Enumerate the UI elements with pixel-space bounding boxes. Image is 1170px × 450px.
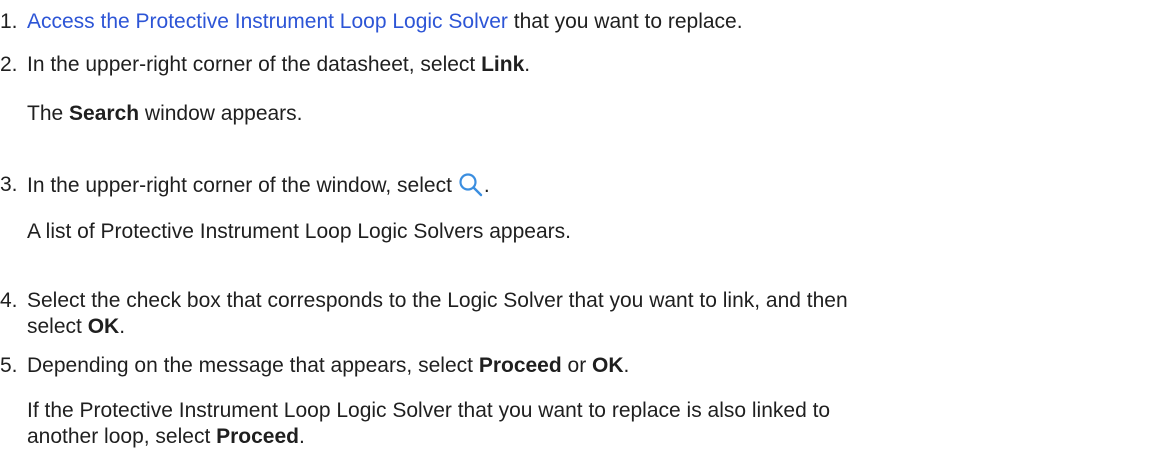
step-number: 5. <box>0 354 18 377</box>
search-icon <box>458 172 484 198</box>
logic-solver-link[interactable]: Access the Protective Instrument Loop Lo… <box>27 10 508 33</box>
step-text: Access the Protective Instrument Loop Lo… <box>27 10 743 33</box>
step-result: A list of Protective Instrument Loop Log… <box>27 220 571 243</box>
step-number: 2. <box>0 53 18 76</box>
step-note-line-2: another loop, select Proceed. <box>27 425 305 448</box>
step-number: 4. <box>0 289 18 312</box>
step-text: In the upper-right corner of the window,… <box>27 172 490 198</box>
step-text-line-2: select OK. <box>27 315 126 338</box>
step-result: The Search window appears. <box>27 102 303 125</box>
procedure-document: 1. Access the Protective Instrument Loop… <box>0 0 1170 449</box>
step-text: Depending on the message that appears, s… <box>27 354 630 377</box>
step-number: 3. <box>0 173 18 196</box>
step-number: 1. <box>0 10 18 33</box>
step-note-line-1: If the Protective Instrument Loop Logic … <box>27 399 831 422</box>
step-text: In the upper-right corner of the datashe… <box>27 53 531 76</box>
step-text-line-1: Select the check box that corresponds to… <box>27 289 848 312</box>
